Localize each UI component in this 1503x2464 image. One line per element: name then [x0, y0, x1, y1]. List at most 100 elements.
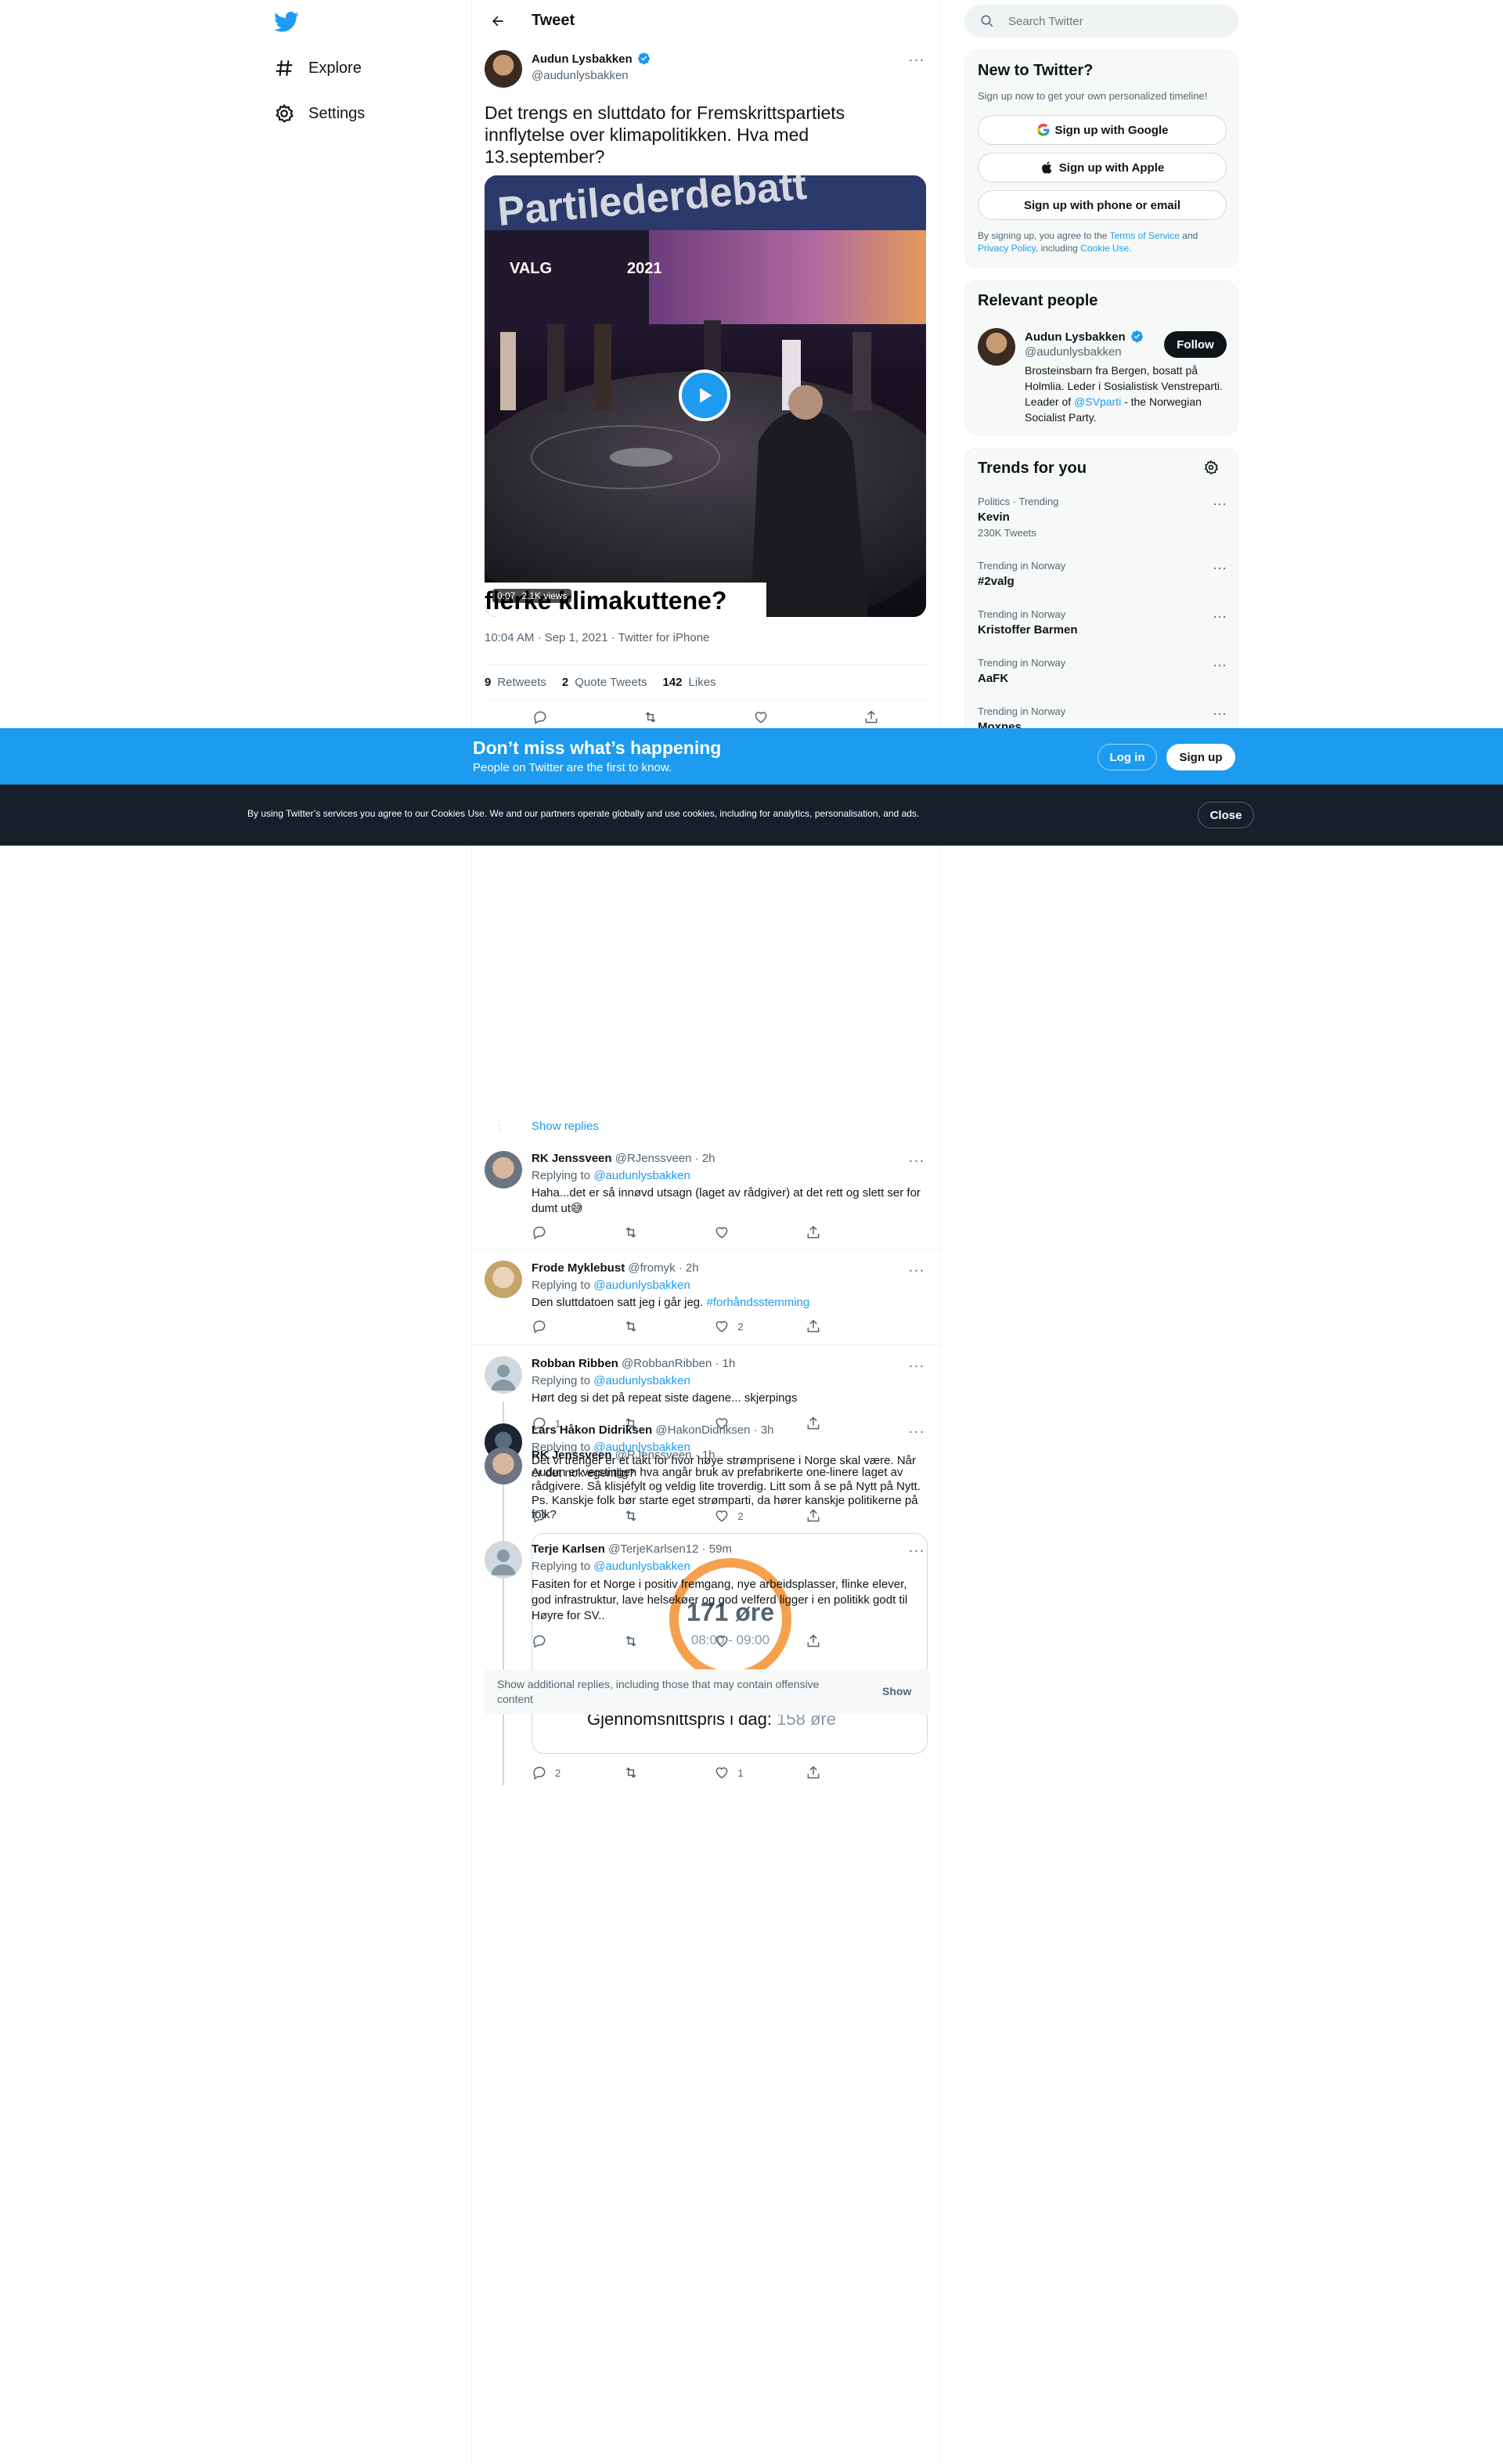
reply-handle[interactable]: @HakonDidriksen · 3h — [655, 1423, 773, 1437]
replying-to-link[interactable]: @audunlysbakken — [593, 1279, 690, 1292]
share-action[interactable] — [806, 1416, 868, 1431]
more-options-icon[interactable]: ··· — [1213, 496, 1227, 512]
replying-to-link[interactable]: @audunlysbakken — [593, 1169, 690, 1182]
back-button[interactable] — [485, 8, 511, 34]
reply-name[interactable]: Lars Håkon Didriksen — [532, 1423, 652, 1437]
cookie-consent-bar: By using Twitter’s services you agree to… — [0, 785, 1503, 846]
nav-explore[interactable]: Explore — [274, 58, 362, 78]
retweet-action[interactable] — [623, 1508, 686, 1524]
reply-icon[interactable] — [532, 709, 548, 725]
relevant-handle[interactable]: @audunlysbakken — [1025, 345, 1122, 359]
cookie-close-button[interactable]: Close — [1198, 802, 1254, 828]
signup-google-button[interactable]: Sign up with Google — [978, 115, 1227, 145]
retweet-action[interactable] — [623, 1319, 686, 1334]
reply-tweet-1[interactable]: RK Jenssveen @RJenssveen · 2h Replying t… — [472, 1140, 942, 1250]
reply-avatar[interactable] — [485, 1151, 522, 1189]
reply-handle[interactable]: @RJenssveen · 2h — [615, 1152, 715, 1165]
share-action[interactable] — [806, 1319, 868, 1334]
default-avatar-icon[interactable] — [485, 1356, 522, 1394]
signup-phone-button[interactable]: Sign up with phone or email — [978, 190, 1227, 220]
retweets-stat[interactable]: 9 Retweets — [485, 676, 562, 689]
default-avatar-icon[interactable] — [485, 1541, 522, 1578]
search-box[interactable] — [964, 5, 1238, 38]
reply-name[interactable]: RK Jenssveen — [532, 1448, 612, 1462]
author-handle[interactable]: @audunlysbakken — [532, 69, 629, 82]
reply-action[interactable] — [532, 1508, 594, 1524]
more-options-icon[interactable]: ··· — [907, 1261, 926, 1279]
like-action[interactable] — [714, 1633, 777, 1649]
signup-button[interactable]: Sign up — [1166, 744, 1235, 770]
retweets-label: Retweets — [497, 675, 546, 689]
trend-item[interactable]: Politics · Trending Kevin 230K Tweets ··… — [978, 496, 1227, 539]
trend-item[interactable]: Trending in Norway Kristoffer Barmen ··· — [978, 608, 1227, 637]
svparti-link[interactable]: @SVparti — [1074, 395, 1121, 408]
relevant-avatar[interactable] — [978, 328, 1015, 366]
reply-avatar[interactable] — [485, 1261, 522, 1298]
reply-action[interactable] — [532, 1319, 594, 1334]
hashtag-link[interactable]: #forhåndsstemming — [706, 1296, 809, 1309]
more-options-icon[interactable]: ··· — [1213, 657, 1227, 673]
share-action[interactable] — [806, 1633, 868, 1649]
trend-item[interactable]: Trending in Norway AaFK ··· — [978, 657, 1227, 685]
like-action[interactable]: 1 — [714, 1765, 777, 1780]
nav-settings[interactable]: Settings — [274, 103, 365, 124]
reply-action[interactable] — [532, 1633, 594, 1649]
share-action[interactable] — [806, 1225, 868, 1240]
trend-item[interactable]: Trending in Norway #2valg ··· — [978, 560, 1227, 588]
gear-icon[interactable] — [1203, 460, 1219, 475]
more-options-icon[interactable]: ··· — [907, 50, 926, 69]
author-avatar[interactable] — [485, 50, 522, 88]
privacy-link[interactable]: Privacy Policy — [978, 243, 1036, 254]
replying-to-link[interactable]: @audunlysbakken — [593, 1560, 690, 1573]
cookie-link[interactable]: Cookie Use. — [1080, 243, 1131, 254]
retweet-icon[interactable] — [643, 709, 658, 725]
like-action[interactable]: 2 — [714, 1319, 777, 1334]
reply-name[interactable]: RK Jenssveen — [532, 1152, 612, 1165]
replying-to-link[interactable]: @audunlysbakken — [593, 1374, 690, 1387]
show-replies-link[interactable]: Show replies — [532, 1120, 599, 1133]
share-action[interactable] — [806, 1508, 868, 1524]
like-icon[interactable] — [753, 709, 769, 725]
retweet-action[interactable] — [623, 1225, 686, 1240]
twitter-logo-icon[interactable] — [274, 9, 299, 34]
more-options-icon[interactable]: ··· — [907, 1356, 926, 1375]
offensive-replies-text: Show additional replies, including those… — [497, 1678, 820, 1705]
play-button[interactable] — [679, 370, 730, 421]
video-year-label: 2021 — [627, 260, 662, 277]
share-icon[interactable] — [863, 709, 879, 725]
reply-name[interactable]: Frode Myklebust — [532, 1261, 625, 1275]
tweet-video[interactable]: Partilederdebatt VALG 2021 flerke klimak… — [485, 175, 926, 617]
reply-tweet-2[interactable]: Frode Myklebust @fromyk · 2h Replying to… — [472, 1250, 942, 1345]
reply-handle[interactable]: @fromyk · 2h — [628, 1261, 698, 1275]
signup-apple-button[interactable]: Sign up with Apple — [978, 153, 1227, 182]
tos-link[interactable]: Terms of Service — [1110, 230, 1180, 241]
follow-button[interactable]: Follow — [1164, 331, 1227, 358]
show-offensive-button[interactable]: Show — [882, 1685, 911, 1697]
search-input[interactable] — [1008, 14, 1212, 28]
more-options-icon[interactable]: ··· — [907, 1151, 926, 1170]
reply-avatar[interactable] — [485, 1447, 522, 1485]
more-options-icon[interactable]: ··· — [1213, 705, 1227, 722]
more-options-icon[interactable]: ··· — [1213, 560, 1227, 576]
more-options-icon[interactable]: ··· — [1213, 608, 1227, 625]
quotes-stat[interactable]: 2 Quote Tweets — [562, 676, 663, 689]
retweet-action[interactable] — [623, 1633, 686, 1649]
login-button[interactable]: Log in — [1098, 744, 1157, 770]
reply-action[interactable] — [532, 1225, 594, 1240]
reply-handle[interactable]: @RJenssveen · 1h — [615, 1448, 715, 1462]
reply-handle[interactable]: @TerjeKarlsen12 · 59m — [608, 1542, 732, 1556]
like-action[interactable]: 2 — [714, 1508, 777, 1524]
like-action[interactable] — [714, 1225, 777, 1240]
reply-action[interactable]: 2 — [532, 1765, 594, 1780]
relevant-name-row[interactable]: Audun Lysbakken — [1025, 330, 1144, 345]
share-action[interactable] — [806, 1765, 868, 1780]
author-name-row[interactable]: Audun Lysbakken — [532, 52, 651, 67]
reply-name[interactable]: Robban Ribben — [532, 1357, 618, 1370]
more-options-icon[interactable]: ··· — [907, 1541, 926, 1560]
more-options-icon[interactable]: ··· — [907, 1422, 926, 1441]
reply-name[interactable]: Terje Karlsen — [532, 1542, 605, 1556]
tweet-meta[interactable]: 10:04 AM · Sep 1, 2021 · Twitter for iPh… — [485, 631, 709, 644]
likes-stat[interactable]: 142 Likes — [663, 676, 732, 689]
reply-handle[interactable]: @RobbanRibben · 1h — [622, 1357, 735, 1370]
retweet-action[interactable] — [623, 1765, 686, 1780]
